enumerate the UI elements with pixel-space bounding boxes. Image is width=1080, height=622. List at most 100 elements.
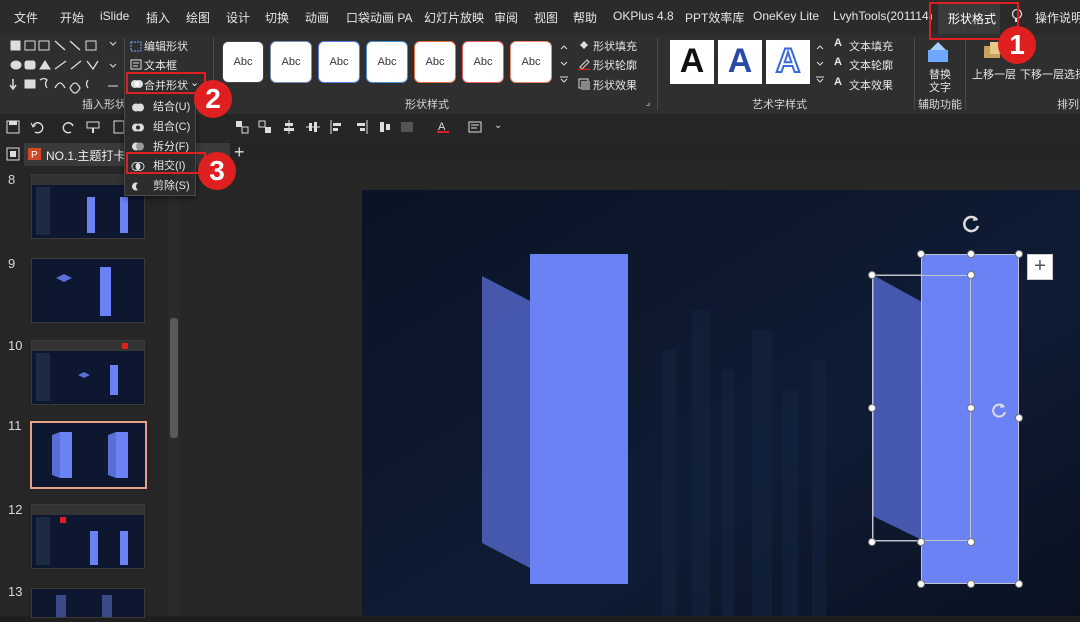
wordart-style-1[interactable]: A [670,40,714,84]
shapes-gallery[interactable] [8,38,120,94]
resize-handle[interactable] [868,271,876,279]
resize-handle[interactable] [917,538,925,546]
format-painter-icon[interactable] [86,120,100,134]
menu-view[interactable]: 视图 [534,9,558,26]
font-color-icon[interactable]: A [436,120,450,134]
replace-text-icon [926,40,950,62]
wordart-style-2[interactable]: A [718,40,762,84]
undo-icon[interactable] [30,120,44,134]
slide-thumbnail-10[interactable] [31,340,145,405]
menu-help[interactable]: 帮助 [573,9,597,26]
send-backward-button[interactable]: 下移一层 [1020,66,1064,82]
dialog-launcher-icon[interactable]: ⌟ [646,97,650,108]
text-box-icon[interactable] [468,120,482,134]
resize-handle[interactable] [967,250,975,258]
wordart-sample: A [679,42,705,80]
shape-style-7[interactable]: Abc [510,41,552,83]
shape-style-sample: Abc [425,56,445,68]
picture-icon[interactable] [400,120,414,134]
save-icon[interactable] [6,120,20,134]
resize-handle[interactable] [967,580,975,588]
new-tab-icon[interactable]: + [234,142,245,163]
align-right-icon[interactable] [354,120,368,134]
text-fill-button[interactable]: 文本填充 [849,38,893,54]
resize-handle[interactable] [868,404,876,412]
menu-onekey[interactable]: OneKey Lite [753,9,819,23]
align-icon[interactable] [235,120,249,134]
rotate-handle-icon[interactable] [990,400,1010,420]
resize-handle[interactable] [1015,250,1023,258]
shape-effects-button[interactable]: 形状效果 [593,77,637,93]
resize-handle[interactable] [1015,580,1023,588]
pen-outline-icon [578,57,590,71]
wordart-sample: A [775,41,802,81]
resize-handle[interactable] [917,250,925,258]
group-label-insert-shapes: 插入形状 [82,99,126,111]
redo-icon[interactable] [62,120,76,134]
slide-number: 9 [8,256,16,271]
shape-style-3[interactable]: Abc [318,41,360,83]
align-middle-icon[interactable] [306,120,320,134]
shape-style-5[interactable]: Abc [414,41,456,83]
slide-thumbnail-13[interactable] [31,588,145,618]
replace-text-line2[interactable]: 文字 [929,79,951,95]
text-outline-button[interactable]: 文本轮廓 [849,57,893,73]
resize-handle[interactable] [967,271,975,279]
shape-style-1[interactable]: Abc [222,41,264,83]
menu-okplus[interactable]: OKPlus 4.8 [613,9,674,23]
menu-file[interactable]: 文件 [14,9,38,26]
edit-shape-button[interactable]: 编辑形状 [144,38,188,54]
align-left-icon[interactable] [330,120,344,134]
menu-ppt-efficiency[interactable]: PPT效率库 [685,9,744,26]
shape-style-sample: Abc [377,56,397,68]
menu-home[interactable]: 开始 [60,9,84,26]
fragment-icon [131,139,145,151]
shape-style-2[interactable]: Abc [270,41,312,83]
wordart-style-3[interactable]: A [766,40,810,84]
search-help[interactable]: 操作说明 [1035,9,1080,26]
align-center-icon[interactable] [282,120,296,134]
menu-islide[interactable]: iSlide [100,9,129,23]
text-box-button[interactable]: 文本框 [144,57,177,73]
resize-handle[interactable] [967,404,975,412]
tab-list-icon[interactable] [6,147,20,161]
slide-thumbnail-11-active[interactable] [30,421,147,489]
text-effects-icon: A [834,76,842,88]
distribute-icon[interactable] [378,120,392,134]
menu-pocket-animation[interactable]: 口袋动画 PA [346,9,412,26]
select-button[interactable]: 选择 [1064,66,1080,82]
menu-review[interactable]: 审阅 [494,9,518,26]
shape-rectangle-left[interactable] [530,254,628,584]
style-gallery-scroll[interactable] [558,42,570,84]
menu-item-subtract[interactable]: 剪除(S) [153,177,190,193]
resize-handle[interactable] [967,538,975,546]
slide-number: 10 [8,338,23,353]
menu-design[interactable]: 设计 [226,9,250,26]
shape-fill-button[interactable]: 形状填充 [593,38,637,54]
menu-draw[interactable]: 绘图 [186,9,210,26]
bring-forward-button[interactable]: 上移一层 [972,66,1016,82]
resize-handle[interactable] [917,580,925,588]
layout-options-plus-icon[interactable]: + [1027,254,1053,280]
customize-qat-icon[interactable]: ⌄ [494,120,508,134]
union-icon [131,100,145,112]
text-effects-button[interactable]: 文本效果 [849,77,893,93]
resize-handle[interactable] [868,538,876,546]
shape-style-6[interactable]: Abc [462,41,504,83]
menu-item-union[interactable]: 结合(U) [153,98,190,114]
menu-transitions[interactable]: 切换 [265,9,289,26]
scrollbar-thumb[interactable] [170,318,178,438]
wordart-gallery-scroll[interactable] [814,42,826,84]
menu-animations[interactable]: 动画 [305,9,329,26]
shape-outline-button[interactable]: 形状轮廓 [593,57,637,73]
slide-thumbnail-9[interactable] [31,258,145,323]
group-icon[interactable] [258,120,272,134]
menu-lvyhtools[interactable]: LvyhTools(201114) [833,9,933,23]
menu-insert[interactable]: 插入 [146,9,170,26]
slide-thumbnail-12[interactable] [31,504,145,569]
menu-item-combine[interactable]: 组合(C) [153,118,190,134]
shape-style-4[interactable]: Abc [366,41,408,83]
resize-handle[interactable] [1015,414,1023,422]
rotate-handle-icon[interactable] [961,212,983,234]
menu-slideshow[interactable]: 幻灯片放映 [424,9,484,26]
